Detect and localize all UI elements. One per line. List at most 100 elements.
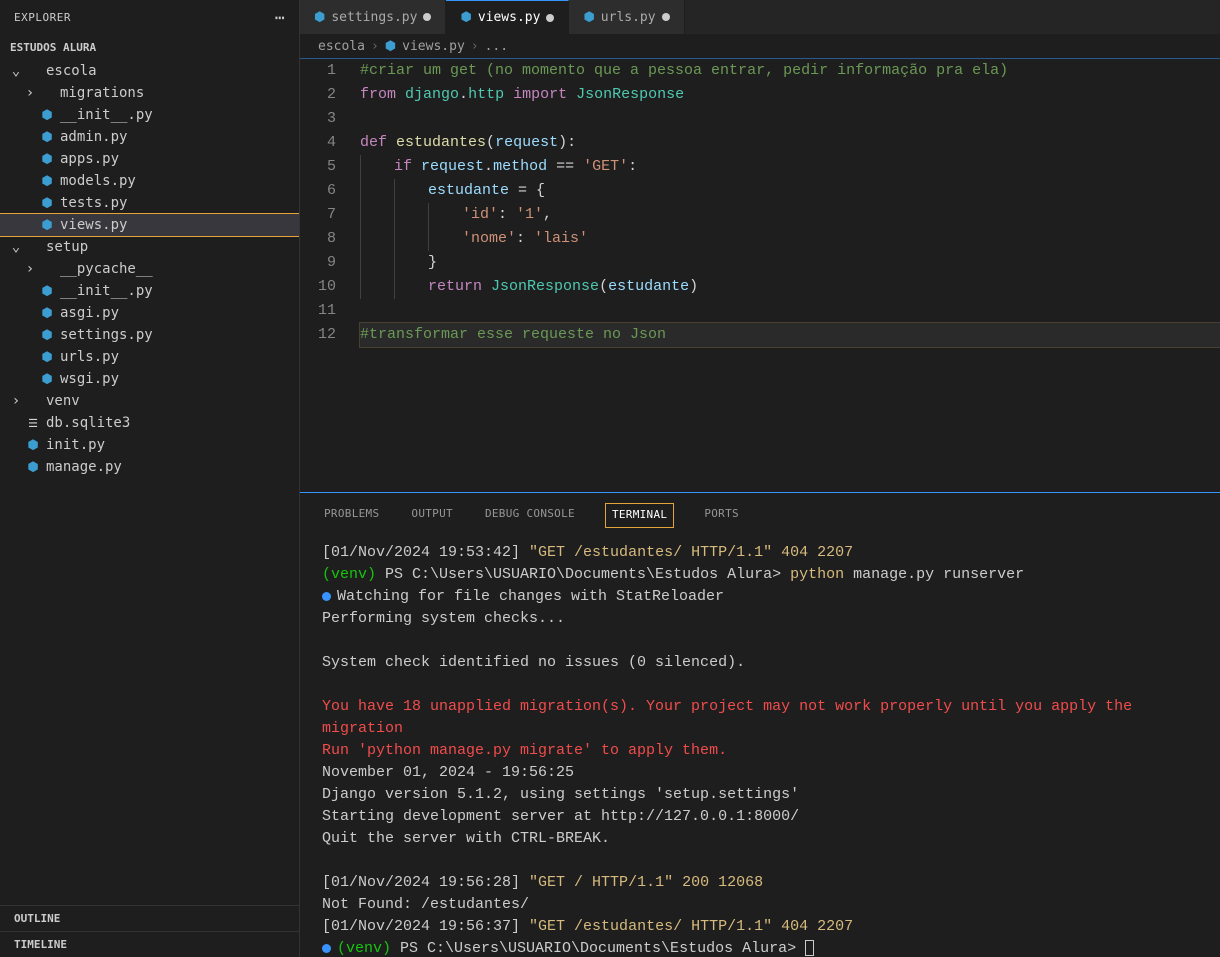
- dirty-indicator-icon: [662, 13, 670, 21]
- folder-item[interactable]: ›venv: [0, 390, 299, 412]
- file-item[interactable]: db.sqlite3: [0, 412, 299, 434]
- folder-item[interactable]: ›__pycache__: [0, 258, 299, 280]
- line-number: 4: [300, 131, 336, 155]
- terminal-line: (venv) PS C:\Users\USUARIO\Documents\Est…: [322, 938, 1198, 957]
- code-line[interactable]: [360, 299, 1220, 323]
- terminal-line: [01/Nov/2024 19:56:37] "GET /estudantes/…: [322, 916, 1198, 938]
- code-editor[interactable]: 123456789101112 #criar um get (no moment…: [300, 58, 1220, 492]
- tree-item-label: escola: [46, 63, 97, 79]
- code-line[interactable]: if request.method == 'GET':: [360, 155, 1220, 179]
- terminal-line: [01/Nov/2024 19:56:28] "GET / HTTP/1.1" …: [322, 872, 1198, 894]
- chevron-right-icon: ›: [371, 39, 379, 54]
- file-item[interactable]: ⬢apps.py: [0, 148, 299, 170]
- panel-tab-problems[interactable]: PROBLEMS: [322, 503, 381, 528]
- tab-label: settings.py: [331, 10, 417, 25]
- code-line[interactable]: #criar um get (no momento que a pessoa e…: [360, 59, 1220, 83]
- code-line[interactable]: 'nome': 'lais': [360, 227, 1220, 251]
- line-number: 9: [300, 251, 336, 275]
- folder-item[interactable]: ⌄setup: [0, 236, 299, 258]
- file-item[interactable]: ⬢ __init__.py: [0, 280, 299, 302]
- tree-item-label: migrations: [60, 85, 144, 101]
- line-number: 7: [300, 203, 336, 227]
- folder-item[interactable]: ›migrations: [0, 82, 299, 104]
- file-item[interactable]: ⬢admin.py: [0, 126, 299, 148]
- code-line[interactable]: estudante = {: [360, 179, 1220, 203]
- breadcrumb-item[interactable]: ...: [485, 39, 508, 54]
- code-line[interactable]: from django.http import JsonResponse: [360, 83, 1220, 107]
- panel-tab-terminal[interactable]: TERMINAL: [605, 503, 674, 528]
- more-actions-icon[interactable]: ⋯: [275, 8, 285, 27]
- breadcrumb[interactable]: escola › ⬢ views.py › ...: [300, 35, 1220, 58]
- terminal-output[interactable]: [01/Nov/2024 19:53:42] "GET /estudantes/…: [300, 528, 1220, 957]
- file-item[interactable]: ⬢ init.py: [0, 434, 299, 456]
- terminal-line: Performing system checks...: [322, 608, 1198, 630]
- panel-tab-output[interactable]: OUTPUT: [409, 503, 455, 528]
- tree-item-label: urls.py: [60, 349, 119, 365]
- terminal-line: Django version 5.1.2, using settings 'se…: [322, 784, 1198, 806]
- python-icon: ⬢: [38, 306, 56, 321]
- editor-tab[interactable]: ⬢views.py: [446, 0, 569, 34]
- file-item[interactable]: ⬢tests.py: [0, 192, 299, 214]
- dirty-indicator-icon: [423, 13, 431, 21]
- python-icon: ⬢: [38, 108, 56, 123]
- tree-item-label: setup: [46, 239, 88, 255]
- explorer-sidebar: EXPLORER ⋯ ESTUDOS ALURA ⌄escola›migrati…: [0, 0, 300, 957]
- tree-item-label: init.py: [46, 437, 105, 453]
- line-number: 8: [300, 227, 336, 251]
- editor-tabs: ⬢settings.py⬢views.py⬢urls.py: [300, 0, 1220, 35]
- terminal-line: Watching for file changes with StatReloa…: [322, 586, 1198, 608]
- code-line[interactable]: [360, 107, 1220, 131]
- file-item[interactable]: ⬢ urls.py: [0, 346, 299, 368]
- outline-section[interactable]: OUTLINE: [0, 905, 299, 931]
- code-line[interactable]: return JsonResponse(estudante): [360, 275, 1220, 299]
- tree-item-label: db.sqlite3: [46, 415, 130, 431]
- project-name[interactable]: ESTUDOS ALURA: [0, 35, 299, 60]
- line-number: 6: [300, 179, 336, 203]
- editor-tab[interactable]: ⬢ settings.py: [300, 0, 446, 34]
- code-line[interactable]: #transformar esse requeste no Json: [360, 323, 1220, 347]
- dirty-indicator-icon: [546, 14, 554, 22]
- tree-item-label: settings.py: [60, 327, 153, 343]
- python-icon: ⬢: [38, 350, 56, 365]
- python-icon: ⬢: [314, 10, 325, 25]
- python-icon: ⬢: [24, 460, 42, 475]
- panel-tabs: PROBLEMS OUTPUT DEBUG CONSOLE TERMINAL PORTS: [300, 493, 1220, 528]
- terminal-line: (venv) PS C:\Users\USUARIO\Documents\Est…: [322, 564, 1198, 586]
- tree-item-label: admin.py: [60, 129, 127, 145]
- folder-item[interactable]: ⌄escola: [0, 60, 299, 82]
- panel-tab-debug-console[interactable]: DEBUG CONSOLE: [483, 503, 577, 528]
- python-icon: ⬢: [38, 218, 56, 233]
- breadcrumb-item[interactable]: escola: [318, 39, 365, 54]
- file-item[interactable]: ⬢ asgi.py: [0, 302, 299, 324]
- code-line[interactable]: 'id': '1',: [360, 203, 1220, 227]
- line-number: 10: [300, 275, 336, 299]
- python-icon: ⬢: [38, 174, 56, 189]
- panel-tab-ports[interactable]: PORTS: [702, 503, 741, 528]
- file-item[interactable]: ⬢ views.py: [0, 214, 299, 236]
- tab-label: views.py: [478, 10, 541, 25]
- file-item[interactable]: ⬢__init__.py: [0, 104, 299, 126]
- file-item[interactable]: ⬢settings.py: [0, 324, 299, 346]
- python-icon: ⬢: [583, 10, 594, 25]
- editor-tab[interactable]: ⬢urls.py: [569, 0, 684, 34]
- code-line[interactable]: }: [360, 251, 1220, 275]
- python-icon: ⬢: [38, 284, 56, 299]
- tree-item-label: views.py: [60, 217, 127, 233]
- tree-item-label: tests.py: [60, 195, 127, 211]
- tree-item-label: wsgi.py: [60, 371, 119, 387]
- timeline-section[interactable]: TIMELINE: [0, 931, 299, 957]
- file-item[interactable]: ⬢wsgi.py: [0, 368, 299, 390]
- code-content[interactable]: #criar um get (no momento que a pessoa e…: [360, 59, 1220, 492]
- file-item[interactable]: ⬢manage.py: [0, 456, 299, 478]
- python-icon: ⬢: [24, 438, 42, 453]
- chevron-right-icon: ›: [471, 39, 479, 54]
- breadcrumb-item[interactable]: views.py: [402, 39, 465, 54]
- file-item[interactable]: ⬢models.py: [0, 170, 299, 192]
- chevron-icon: ›: [8, 393, 24, 409]
- terminal-line: Not Found: /estudantes/: [322, 894, 1198, 916]
- tree-item-label: asgi.py: [60, 305, 119, 321]
- code-line[interactable]: def estudantes(request):: [360, 131, 1220, 155]
- tree-item-label: __init__.py: [60, 283, 153, 299]
- terminal-line: November 01, 2024 - 19:56:25: [322, 762, 1198, 784]
- chevron-icon: ›: [22, 261, 38, 277]
